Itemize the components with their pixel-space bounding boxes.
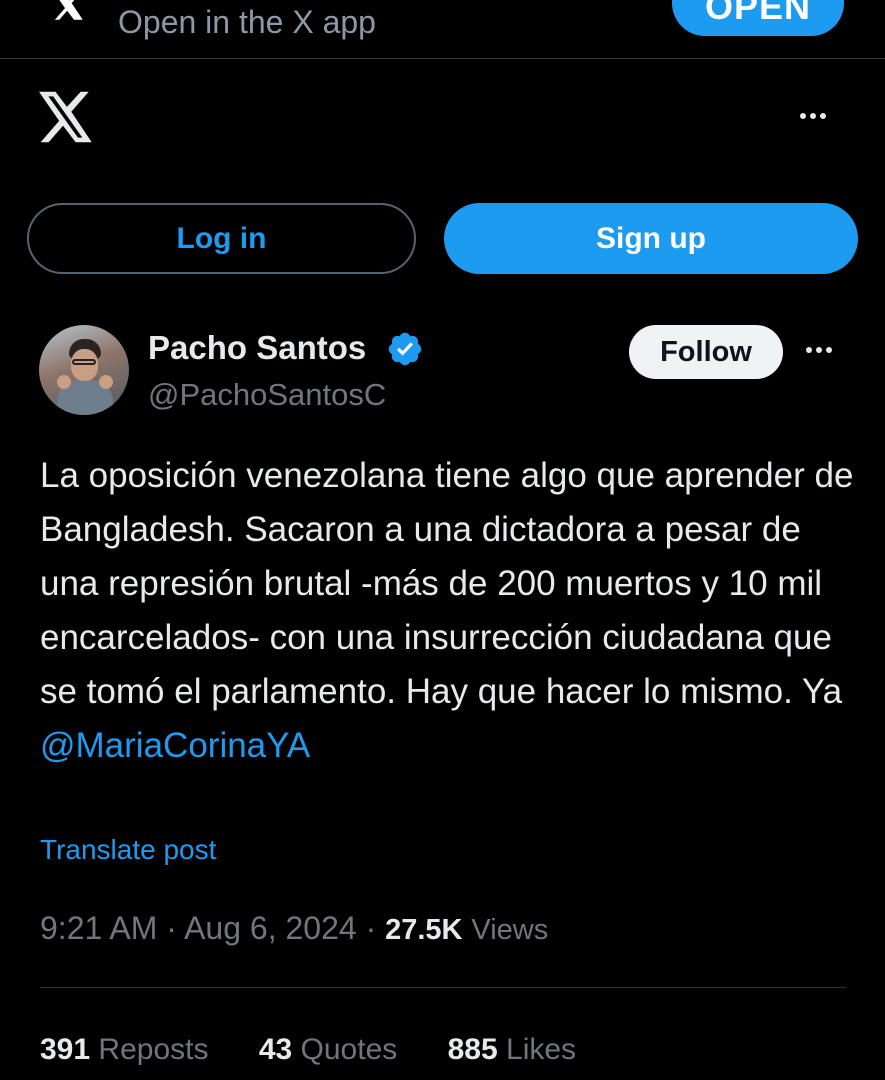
follow-button[interactable]: Follow xyxy=(629,325,783,379)
meta-separator: · xyxy=(365,910,377,946)
x-logo-icon[interactable] xyxy=(39,91,94,148)
likes-label: Likes xyxy=(506,1033,577,1066)
post-meta: 9:21 AM · Aug 6, 2024 · 27.5K Views xyxy=(40,906,548,952)
translate-post-link[interactable]: Translate post xyxy=(40,830,216,870)
views-count: 27.5K xyxy=(385,914,463,946)
quotes-label: Quotes xyxy=(300,1033,398,1066)
login-button[interactable]: Log in xyxy=(27,203,416,274)
post-date[interactable]: Aug 6, 2024 xyxy=(184,910,357,946)
post-stats: 391 Reposts 43 Quotes 885 Likes xyxy=(40,1030,618,1070)
x-app-icon xyxy=(44,0,94,34)
mention-link[interactable]: @MariaCorinaYA xyxy=(40,726,310,765)
reposts-stat[interactable]: 391 Reposts xyxy=(40,1030,208,1070)
open-app-text: Open in the X app xyxy=(118,4,376,40)
quotes-stat[interactable]: 43 Quotes xyxy=(259,1030,397,1070)
quotes-count: 43 xyxy=(258,1033,293,1066)
views-label: Views xyxy=(471,914,549,946)
more-icon[interactable] xyxy=(798,106,842,132)
author-name[interactable]: Pacho Santos xyxy=(148,328,366,368)
post-time[interactable]: 9:21 AM xyxy=(40,910,157,946)
post-more-icon[interactable] xyxy=(804,340,848,364)
meta-separator: · xyxy=(166,910,177,946)
divider xyxy=(40,987,846,988)
post-text: La oposición venezolana tiene algo que a… xyxy=(40,449,860,773)
avatar[interactable] xyxy=(39,325,129,415)
post-body: La oposición venezolana tiene algo que a… xyxy=(40,456,854,711)
reposts-count: 391 xyxy=(40,1033,91,1066)
reposts-label: Reposts xyxy=(98,1033,209,1066)
signup-button[interactable]: Sign up xyxy=(444,203,858,274)
open-app-button[interactable]: OPEN xyxy=(672,0,844,36)
open-app-banner: Open in the X app OPEN xyxy=(0,0,885,59)
likes-count: 885 xyxy=(447,1033,498,1066)
likes-stat[interactable]: 885 Likes xyxy=(448,1030,576,1070)
verified-badge-icon xyxy=(386,330,424,373)
author-handle[interactable]: @PachoSantosC xyxy=(148,375,386,415)
